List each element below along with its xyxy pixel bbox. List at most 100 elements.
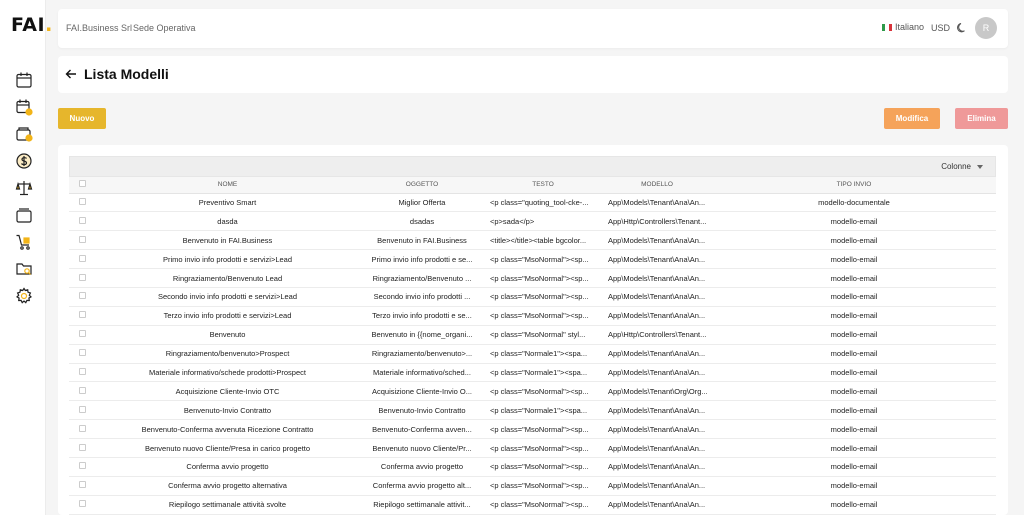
row-checkbox[interactable] [69, 230, 95, 251]
row-checkbox[interactable] [69, 495, 95, 515]
select-all-checkbox[interactable] [69, 177, 95, 194]
cell-oggetto: Materiale informativo/sched... [360, 363, 484, 383]
moon-icon[interactable] [956, 22, 968, 34]
cell-modello: App\Http\Controllers\Tenant... [602, 211, 712, 232]
cell-tipo-invio: modello-email [712, 211, 996, 232]
row-checkbox[interactable] [69, 400, 95, 421]
company-name[interactable]: FAI.Business Srl [66, 23, 132, 33]
row-checkbox[interactable] [69, 381, 95, 402]
cell-oggetto: Conferma avvio progetto alt... [360, 476, 484, 496]
cell-oggetto: Ringraziamento/Benvenuto ... [360, 268, 484, 288]
row-checkbox[interactable] [69, 419, 95, 440]
folder-tray-icon[interactable] [14, 205, 34, 225]
table-row[interactable]: Primo invio info prodotti e servizi>Lead… [69, 249, 996, 270]
row-checkbox[interactable] [69, 249, 95, 270]
calendar-user-icon[interactable] [14, 97, 34, 117]
cell-oggetto: Benvenuto-Invio Contratto [360, 400, 484, 421]
table-row[interactable]: Benvenuto in FAI.Business Benvenuto in FA… [69, 230, 996, 251]
table-row[interactable]: Benvenuto Benvenuto in {{nome_organi... <p… [69, 325, 996, 345]
row-checkbox[interactable] [69, 438, 95, 458]
sidebar: FAI. [0, 0, 52, 515]
chevron-down-icon [977, 164, 983, 169]
wallet-icon[interactable] [14, 124, 34, 144]
table-row[interactable]: Terzo invio info prodotti e servizi>Lead… [69, 306, 996, 326]
cell-nome: Ringraziamento/Benvenuto Lead [95, 268, 360, 288]
app-logo[interactable]: FAI. [11, 14, 53, 36]
table-row[interactable]: Benvenuto-Invio Contratto Benvenuto-Invio… [69, 400, 996, 421]
table-row[interactable]: Riepilogo settimanale attività svolte Rie… [69, 495, 996, 515]
table-card: Colonne NOME OGGETTO TESTO MODELLO TIPO … [58, 145, 1008, 515]
data-table: NOME OGGETTO TESTO MODELLO TIPO INVIO Pr… [69, 177, 996, 515]
cell-testo: <p>sada</p> [484, 211, 602, 232]
table-row[interactable]: Conferma avvio progetto alternativa Confe… [69, 476, 996, 496]
cell-oggetto: dsadas [360, 211, 484, 232]
cell-oggetto: Acquisizione Cliente-Invio O... [360, 381, 484, 402]
site-name[interactable]: Sede Operativa [133, 23, 196, 33]
scale-icon[interactable] [14, 178, 34, 198]
cell-oggetto: Benvenuto nuovo Cliente/Pr... [360, 438, 484, 458]
models-table: Colonne NOME OGGETTO TESTO MODELLO TIPO … [69, 156, 996, 515]
cell-oggetto: Secondo invio info prodotti ... [360, 287, 484, 307]
page-title: Lista Modelli [84, 66, 169, 82]
row-checkbox[interactable] [69, 268, 95, 288]
row-checkbox[interactable] [69, 344, 95, 364]
cell-tipo-invio: modello-email [712, 344, 996, 364]
row-checkbox[interactable] [69, 306, 95, 326]
logo-text: FAI [11, 14, 46, 36]
column-header-modello[interactable]: MODELLO [602, 177, 712, 194]
columns-label: Colonne [941, 162, 971, 171]
cell-testo: <p class="MsoNormal"><sp... [484, 306, 602, 326]
row-checkbox[interactable] [69, 363, 95, 383]
cell-nome: Primo invio info prodotti e servizi>Lead [95, 249, 360, 270]
row-checkbox[interactable] [69, 325, 95, 345]
italy-flag-icon [882, 23, 892, 31]
cell-tipo-invio: modello-email [712, 476, 996, 496]
cell-tipo-invio: modello-email [712, 306, 996, 326]
cell-testo: <p class="MsoNormal" styl... [484, 325, 602, 345]
cell-tipo-invio: modello-email [712, 249, 996, 270]
language-selector[interactable]: Italiano [882, 22, 924, 32]
cell-modello: App\Models\Tenant\Ana\An... [602, 476, 712, 496]
cell-modello: App\Models\Tenant\Ana\An... [602, 495, 712, 515]
new-button[interactable]: Nuovo [58, 108, 106, 129]
table-row[interactable]: Ringraziamento/benvenuto>Prospect Ringraz… [69, 344, 996, 364]
row-checkbox[interactable] [69, 476, 95, 496]
back-arrow-icon[interactable] [64, 67, 78, 81]
table-row[interactable]: Secondo invio info prodotti e servizi>Le… [69, 287, 996, 307]
cell-modello: App\Models\Tenant\Ana\An... [602, 268, 712, 288]
row-checkbox[interactable] [69, 193, 95, 213]
cell-oggetto: Conferma avvio progetto [360, 457, 484, 477]
cell-testo: <title></title><table bgcolor... [484, 230, 602, 251]
column-header-testo[interactable]: TESTO [484, 177, 602, 194]
table-row[interactable]: Ringraziamento/Benvenuto Lead Ringraziame… [69, 268, 996, 288]
cell-tipo-invio: modello-email [712, 268, 996, 288]
calendar-icon[interactable] [14, 70, 34, 90]
column-header-tipo-invio[interactable]: TIPO INVIO [712, 177, 996, 194]
columns-dropdown[interactable]: Colonne [941, 162, 983, 171]
table-row[interactable]: Preventivo Smart Miglior Offerta <p class=… [69, 193, 996, 213]
row-checkbox[interactable] [69, 287, 95, 307]
currency-selector[interactable]: USD [931, 23, 950, 33]
column-header-oggetto[interactable]: OGGETTO [360, 177, 484, 194]
cell-testo: <p class="MsoNormal"><sp... [484, 419, 602, 440]
table-row[interactable]: Conferma avvio progetto Conferma avvio pr… [69, 457, 996, 477]
table-row[interactable]: Acquisizione Cliente-Invio OTC Acquisizio… [69, 381, 996, 402]
cell-modello: App\Models\Tenant\Ana\An... [602, 438, 712, 458]
table-row[interactable]: Materiale informativo/schede prodotti>Pr… [69, 363, 996, 383]
cart-icon[interactable] [14, 232, 34, 252]
table-row[interactable]: Benvenuto nuovo Cliente/Presa in carico … [69, 438, 996, 458]
table-row[interactable]: Benvenuto-Conferma avvenuta Ricezione Co… [69, 419, 996, 440]
folder-search-icon[interactable] [14, 259, 34, 279]
edit-button[interactable]: Modifica [884, 108, 940, 129]
avatar[interactable]: R [975, 17, 997, 39]
gear-icon[interactable] [14, 286, 34, 306]
row-checkbox[interactable] [69, 457, 95, 477]
delete-button[interactable]: Elimina [955, 108, 1008, 129]
row-checkbox[interactable] [69, 211, 95, 232]
cell-oggetto: Miglior Offerta [360, 193, 484, 213]
table-row[interactable]: dasda dsadas <p>sada</p> App\Http\Controlle… [69, 211, 996, 232]
cell-oggetto: Benvenuto in FAI.Business [360, 230, 484, 251]
column-header-nome[interactable]: NOME [95, 177, 360, 194]
dollar-icon[interactable] [14, 151, 34, 171]
logo-dot: . [45, 14, 53, 36]
